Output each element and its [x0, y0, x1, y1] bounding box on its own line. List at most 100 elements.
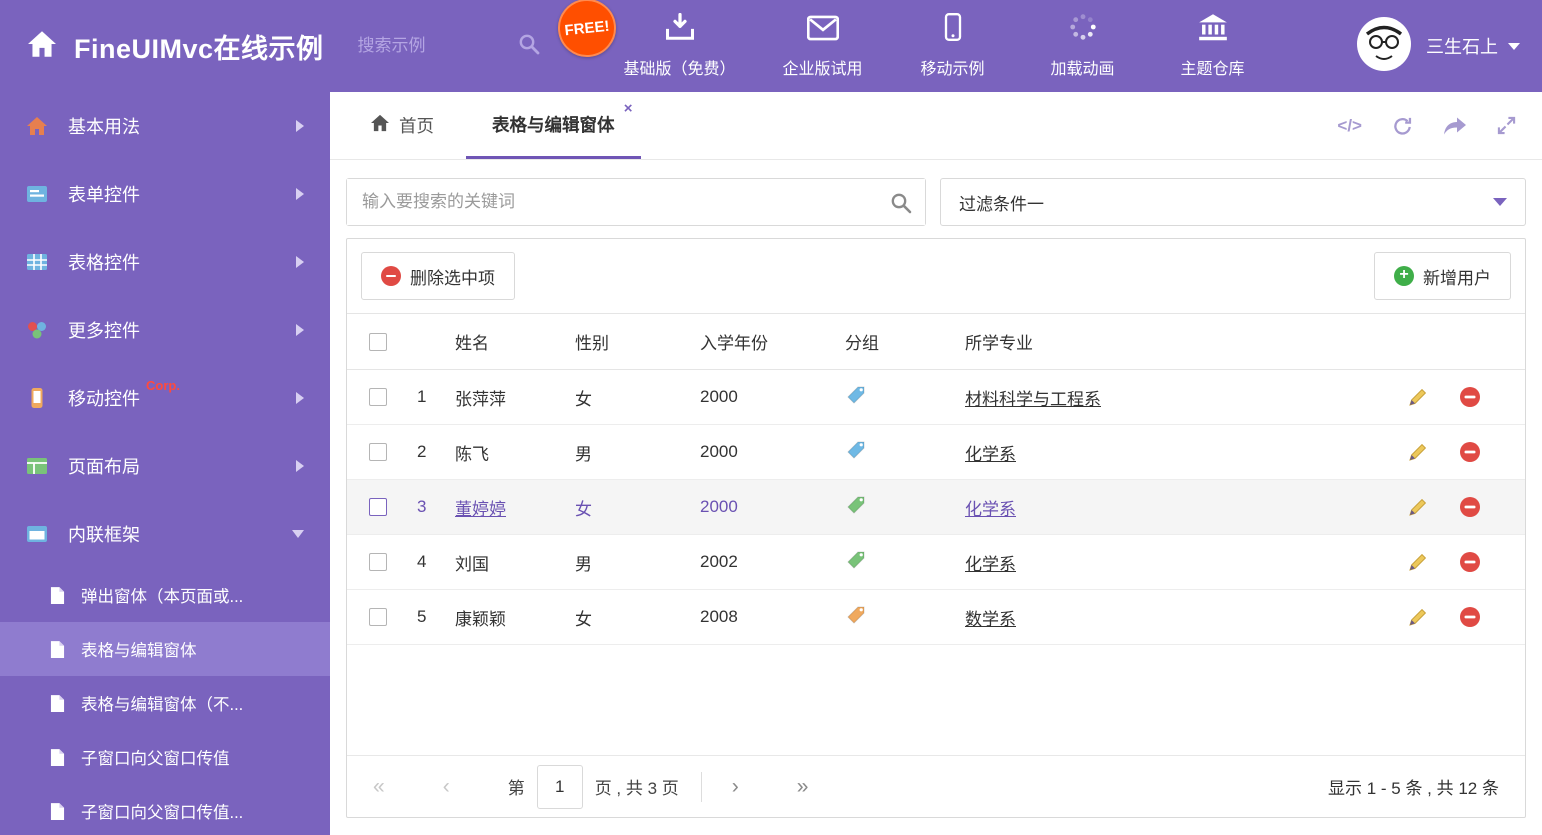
close-icon[interactable]: ×: [624, 101, 633, 116]
share-icon[interactable]: [1443, 116, 1467, 136]
sidebar-item-more-controls[interactable]: 更多控件: [0, 296, 330, 364]
row-checkbox[interactable]: [369, 608, 387, 626]
keyword-search[interactable]: [346, 178, 926, 226]
sidebar-item-grid-controls[interactable]: 表格控件: [0, 228, 330, 296]
row-checkbox[interactable]: [369, 498, 387, 516]
keyword-search-input[interactable]: [347, 179, 925, 225]
page-label-suffix: 页 , 共 3 页: [594, 779, 679, 798]
brand[interactable]: FineUIMvc在线示例: [0, 27, 324, 66]
sidebar-subitem-child-to-parent-2[interactable]: 子窗口向父窗口传值...: [0, 784, 330, 835]
nav-label: 移动示例: [920, 61, 985, 78]
edit-icon[interactable]: [1407, 441, 1429, 463]
source-code-icon[interactable]: </>: [1337, 116, 1362, 136]
cell-gender: 女: [575, 369, 700, 425]
sidebar-subitem-label: 表格与编辑窗体（不...: [81, 696, 244, 714]
delete-row-icon[interactable]: [1459, 551, 1481, 573]
sidebar-subitem-grid-edit-window-2[interactable]: 表格与编辑窗体（不...: [0, 676, 330, 730]
search-icon[interactable]: [518, 33, 540, 60]
edit-icon[interactable]: [1407, 551, 1429, 573]
delete-row-icon[interactable]: [1459, 386, 1481, 408]
row-checkbox[interactable]: [369, 553, 387, 571]
nav-label: 主题仓库: [1180, 61, 1245, 78]
sidebar-subitem-child-to-parent[interactable]: 子窗口向父窗口传值: [0, 730, 330, 784]
edit-icon[interactable]: [1407, 606, 1429, 628]
last-page-button[interactable]: »: [797, 775, 809, 799]
cell-gender: 女: [575, 589, 700, 645]
edit-icon[interactable]: [1407, 496, 1429, 518]
select-all-checkbox[interactable]: [369, 332, 387, 351]
sidebar-item-label: 更多控件: [68, 321, 140, 341]
column-header-group: 分组: [845, 313, 965, 370]
major-link[interactable]: 化学系: [965, 500, 1016, 519]
sidebar-subitem-popup-window[interactable]: 弹出窗体（本页面或...: [0, 568, 330, 622]
nav-item-basic-free[interactable]: FREE! 基础版（免费）: [554, 0, 736, 79]
nav-item-mobile-demo[interactable]: 移动示例: [910, 12, 996, 79]
chevron-right-icon: [296, 256, 304, 268]
cell-name: 刘国: [455, 534, 575, 590]
row-checkbox[interactable]: [369, 388, 387, 406]
tab-home[interactable]: 首页: [350, 92, 454, 159]
page-icon: [50, 748, 65, 767]
table-row[interactable]: 3 董婷婷 女 2000 化学系: [347, 479, 1525, 535]
delete-selected-button[interactable]: 删除选中项: [361, 252, 515, 300]
avatar: [1356, 16, 1412, 77]
major-link[interactable]: 化学系: [965, 445, 1016, 464]
table-row[interactable]: 4 刘国 男 2002 化学系: [347, 534, 1525, 590]
table-row[interactable]: 1 张萍萍 女 2000 材料科学与工程系: [347, 369, 1525, 425]
user-menu[interactable]: 三生石上: [1356, 16, 1542, 77]
expand-icon[interactable]: [1497, 116, 1516, 135]
nav-item-theme-repo[interactable]: 主题仓库: [1170, 13, 1256, 79]
nav-item-enterprise-trial[interactable]: 企业版试用: [780, 15, 866, 79]
major-link[interactable]: 化学系: [965, 555, 1016, 574]
add-user-button[interactable]: + 新增用户: [1374, 252, 1511, 300]
cell-gender: 女: [575, 479, 700, 535]
column-header-index: [397, 313, 455, 370]
sidebar-item-mobile-controls[interactable]: 移动控件 Corp.: [0, 364, 330, 432]
download-icon: [665, 12, 695, 46]
user-name: 三生石上: [1426, 37, 1498, 57]
page-number-input[interactable]: [536, 764, 583, 809]
grid-panel: 删除选中项 + 新增用户 姓名 性别 入学年份 分组 所学专业 1 张萍萍 女 …: [346, 238, 1526, 818]
edit-icon[interactable]: [1407, 386, 1429, 408]
minus-circle-icon: [381, 266, 401, 286]
sidebar-item-page-layout[interactable]: 页面布局: [0, 432, 330, 500]
delete-row-icon[interactable]: [1459, 606, 1481, 628]
row-index: 1: [397, 369, 455, 425]
first-page-button[interactable]: «: [373, 775, 385, 799]
spinner-icon: [1069, 13, 1097, 46]
row-checkbox[interactable]: [369, 443, 387, 461]
major-link[interactable]: 数学系: [965, 610, 1016, 629]
form-icon: [26, 184, 50, 204]
sidebar-item-basic-usage[interactable]: 基本用法: [0, 92, 330, 160]
delete-button-label: 删除选中项: [410, 268, 495, 288]
major-link[interactable]: 材料科学与工程系: [965, 390, 1101, 409]
sidebar-item-form-controls[interactable]: 表单控件: [0, 160, 330, 228]
cell-name: 张萍萍: [455, 369, 575, 425]
refresh-icon[interactable]: [1392, 116, 1413, 136]
tab-label: 表格与编辑窗体: [492, 114, 615, 135]
tab-tools: </>: [1337, 92, 1542, 159]
filter-dropdown[interactable]: 过滤条件一: [940, 178, 1526, 226]
table-row[interactable]: 5 康颖颖 女 2008 数学系: [347, 589, 1525, 645]
next-page-button[interactable]: ›: [732, 775, 739, 799]
table-row[interactable]: 2 陈飞 男 2000 化学系: [347, 424, 1525, 480]
sidebar-item-label: 表格控件: [68, 253, 140, 273]
delete-row-icon[interactable]: [1459, 441, 1481, 463]
sidebar-item-iframe[interactable]: 内联框架: [0, 500, 330, 568]
filter-row: 过滤条件一: [330, 160, 1542, 238]
sidebar-subitem-label: 弹出窗体（本页面或...: [81, 588, 244, 606]
prev-page-button[interactable]: ‹: [443, 775, 450, 799]
delete-row-icon[interactable]: [1459, 496, 1481, 518]
pagination-bar: « ‹ 第 页 , 共 3 页 › » 显示 1 - 5 条 , 共 12 条: [347, 755, 1525, 817]
search-icon[interactable]: [890, 192, 912, 219]
cell-group: [845, 479, 965, 535]
nav-item-loading-animation[interactable]: 加载动画: [1040, 13, 1126, 79]
sidebar-subitem-grid-edit-window[interactable]: 表格与编辑窗体: [0, 622, 330, 676]
sidebar-item-label: 基本用法: [68, 117, 140, 137]
main-content: 首页 表格与编辑窗体 × </> 过滤条件一: [330, 92, 1542, 835]
tab-grid-edit-window[interactable]: 表格与编辑窗体 ×: [466, 92, 641, 159]
chevron-right-icon: [296, 324, 304, 336]
header-search-input[interactable]: [357, 36, 518, 56]
sidebar-item-label: 内联框架: [68, 525, 140, 545]
header-search[interactable]: [357, 33, 568, 60]
